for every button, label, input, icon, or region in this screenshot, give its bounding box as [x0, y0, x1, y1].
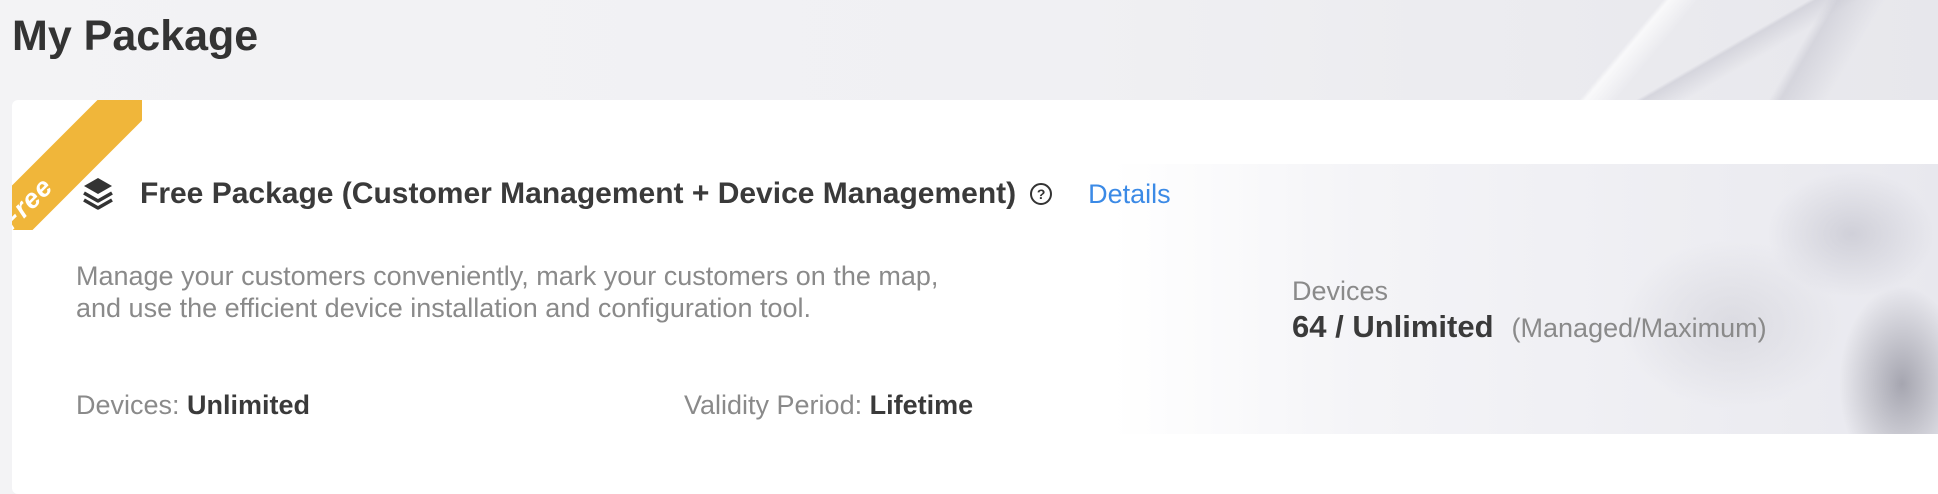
devices-usage: Devices 64 / Unlimited (Managed/Maximum)	[1292, 276, 1767, 345]
page-title: My Package	[12, 12, 259, 60]
devices-stat-value: Unlimited	[187, 390, 311, 420]
validity-stat-label: Validity Period:	[684, 390, 863, 420]
validity-stat-value: Lifetime	[869, 390, 974, 420]
background-decoration	[1418, 0, 1938, 110]
devices-stat: Devices: Unlimited	[76, 390, 310, 421]
validity-stat: Validity Period: Lifetime	[684, 390, 973, 421]
devices-usage-label: Devices	[1292, 276, 1389, 306]
details-link[interactable]: Details	[1088, 179, 1171, 210]
description-line-2: and use the efficient device installatio…	[76, 293, 811, 323]
description-line-1: Manage your customers conveniently, mark…	[76, 261, 939, 291]
package-card: Free Free Package (Customer Management +…	[12, 100, 1938, 494]
package-description: Manage your customers conveniently, mark…	[76, 260, 996, 324]
devices-usage-note: (Managed/Maximum)	[1511, 313, 1767, 343]
question-circle-icon[interactable]: ?	[1030, 183, 1053, 205]
devices-usage-value: 64 / Unlimited	[1292, 309, 1494, 344]
package-title: Free Package (Customer Management + Devi…	[140, 177, 1017, 210]
layers-icon	[82, 176, 114, 212]
devices-stat-label: Devices:	[76, 390, 180, 420]
devices-usage-row: 64 / Unlimited (Managed/Maximum)	[1292, 309, 1767, 345]
package-header: Free Package (Customer Management + Devi…	[82, 176, 1171, 212]
